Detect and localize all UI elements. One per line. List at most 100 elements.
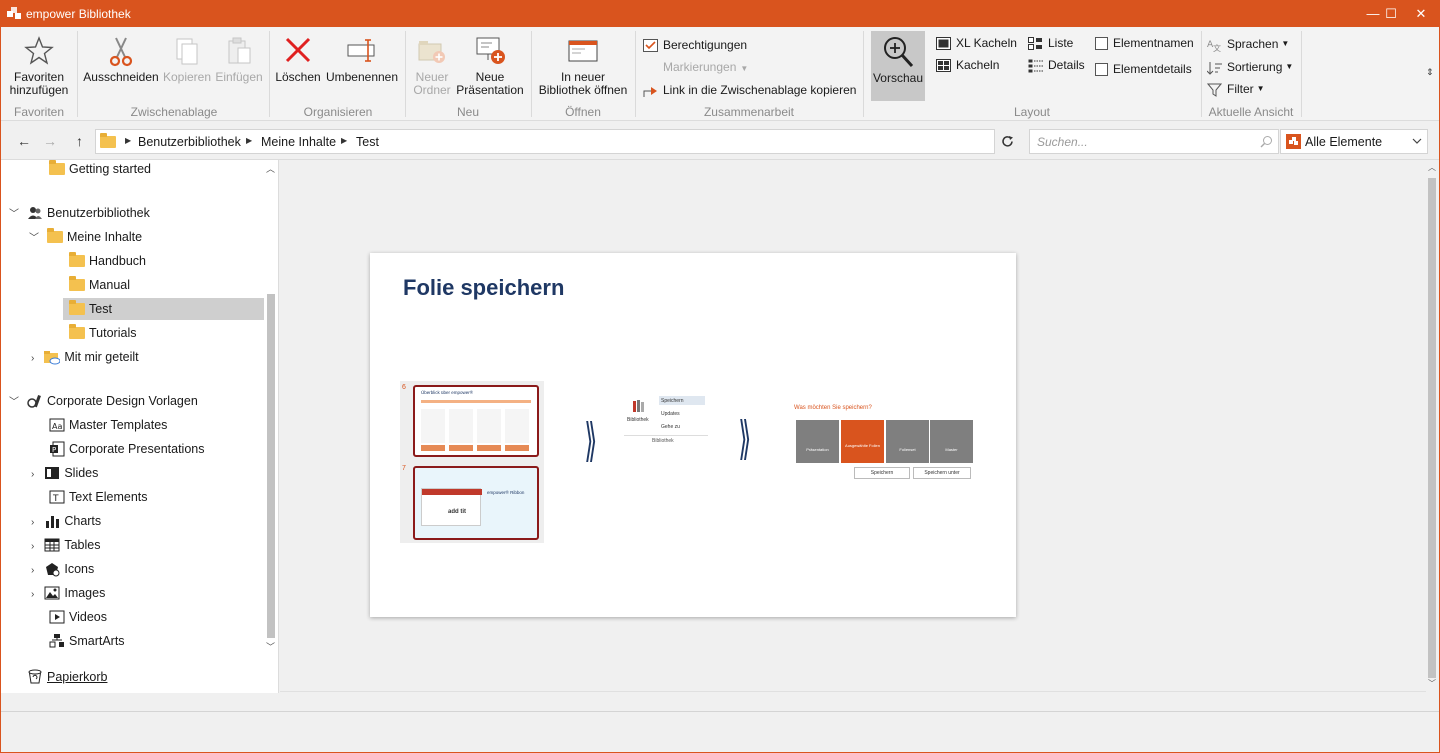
expand-chevron-icon[interactable]: › bbox=[31, 541, 34, 552]
expand-chevron-icon[interactable]: › bbox=[31, 517, 34, 528]
delete-button[interactable]: Löschen bbox=[275, 35, 321, 84]
new-folder-button[interactable]: Neuer Ordner bbox=[409, 35, 455, 97]
navigation-bar: ← → ↑ ▶ Benutzerbibliothek ▶ Meine Inhal… bbox=[1, 122, 1439, 160]
thumb-number: 7 bbox=[402, 465, 406, 472]
tree-item-corporate-presentations[interactable]: P Corporate Presentations bbox=[49, 438, 205, 460]
ribbon-collapse-icon[interactable]: ⇕ bbox=[1426, 67, 1434, 78]
add-favorite-button[interactable]: Favoriten hinzufügen bbox=[5, 35, 73, 97]
element-details-check[interactable] bbox=[1095, 63, 1108, 77]
tree-item-smartarts[interactable]: SmartArts bbox=[49, 630, 125, 652]
open-in-new-library-button[interactable]: In neuer Bibliothek öffnen bbox=[535, 35, 631, 97]
breadcrumb-item[interactable]: Test bbox=[356, 135, 379, 149]
expand-chevron-icon[interactable]: ﹀ bbox=[9, 209, 19, 220]
tiles-button[interactable]: Kacheln bbox=[936, 56, 999, 74]
dialog-save-button: Speichern bbox=[854, 467, 910, 479]
details-view-button[interactable]: Details bbox=[1028, 56, 1085, 74]
element-details-checkbox[interactable]: Elementdetails bbox=[1095, 60, 1192, 78]
tree-item-charts[interactable]: › Charts bbox=[31, 510, 101, 532]
menu-save-label: Speichern bbox=[661, 398, 684, 404]
expand-chevron-icon[interactable]: ﹀ bbox=[29, 233, 39, 244]
scroll-down-icon[interactable]: ﹀ bbox=[266, 640, 275, 653]
new-presentation-icon bbox=[476, 37, 505, 64]
scroll-up-icon[interactable]: ︿ bbox=[266, 162, 275, 175]
tree-item-master-templates[interactable]: Aa Master Templates bbox=[49, 414, 167, 436]
element-names-checkbox[interactable]: Elementnamen bbox=[1095, 34, 1194, 52]
preview-toggle-button[interactable]: Vorschau bbox=[871, 31, 925, 101]
tree-label: Tables bbox=[64, 538, 101, 552]
scroll-down-icon[interactable]: ﹀ bbox=[1428, 678, 1436, 689]
books-icon bbox=[633, 400, 644, 412]
sorting-dropdown[interactable]: Sortierung ▼ bbox=[1207, 58, 1293, 76]
tree-item-folder[interactable]: Manual bbox=[69, 274, 130, 296]
search-icon[interactable] bbox=[1260, 135, 1273, 148]
tree-item-folder[interactable]: Handbuch bbox=[69, 250, 146, 272]
scrollbar-thumb[interactable] bbox=[1428, 178, 1436, 678]
cut-button[interactable]: Ausschneiden bbox=[83, 35, 159, 84]
expand-chevron-icon[interactable]: › bbox=[31, 589, 34, 600]
tree-item-text-elements[interactable]: T Text Elements bbox=[49, 486, 148, 508]
tree-item-benutzerbibliothek[interactable]: ﹀ Benutzerbibliothek bbox=[9, 202, 150, 224]
expand-chevron-icon[interactable]: ﹀ bbox=[9, 397, 19, 408]
tree-item-images[interactable]: › Images bbox=[31, 582, 105, 604]
xl-tiles-button[interactable]: XL Kacheln bbox=[936, 34, 1017, 52]
cut-label: Ausschneiden bbox=[83, 70, 159, 84]
share-link-icon bbox=[643, 86, 657, 97]
tree-item-videos[interactable]: Videos bbox=[49, 606, 107, 628]
tree-item-slides[interactable]: › Slides bbox=[31, 462, 98, 484]
forward-arrow-icon[interactable]: → bbox=[43, 133, 57, 149]
tree-item-shared[interactable]: › Mit mir geteilt bbox=[31, 346, 139, 368]
markings-dropdown[interactable]: Markierungen ▼ bbox=[643, 58, 748, 76]
tree-item-getting-started[interactable]: Getting started bbox=[49, 158, 151, 180]
trash-link[interactable]: Papierkorb bbox=[27, 666, 107, 688]
element-names-check[interactable] bbox=[1095, 37, 1108, 51]
tree-item-folder[interactable]: Tutorials bbox=[69, 322, 136, 344]
paste-icon bbox=[228, 37, 251, 64]
language-icon: A文 bbox=[1207, 40, 1221, 52]
menu-divider bbox=[624, 435, 708, 436]
tree-label: Test bbox=[89, 302, 112, 316]
up-arrow-icon[interactable]: ↑ bbox=[76, 133, 83, 149]
window-icon bbox=[568, 40, 598, 62]
expand-chevron-icon[interactable]: › bbox=[31, 565, 34, 576]
scroll-up-icon[interactable]: ︿ bbox=[1428, 162, 1436, 173]
tree-label: Handbuch bbox=[89, 254, 146, 268]
tree-item-tables[interactable]: › Tables bbox=[31, 534, 100, 556]
permissions-button[interactable]: Berechtigungen bbox=[643, 36, 747, 54]
paste-button[interactable]: Einfügen bbox=[214, 35, 264, 84]
thumb-footer bbox=[421, 445, 531, 451]
new-presentation-button[interactable]: Neue Präsentation bbox=[456, 35, 524, 97]
rename-button[interactable]: Umbenennen bbox=[324, 35, 400, 84]
element-filter-select[interactable]: Alle Elemente bbox=[1280, 129, 1428, 154]
back-arrow-icon[interactable]: ← bbox=[17, 133, 31, 149]
breadcrumb-item[interactable]: Meine Inhalte bbox=[261, 135, 336, 149]
refresh-icon[interactable] bbox=[1001, 135, 1014, 148]
breadcrumb-item[interactable]: Benutzerbibliothek bbox=[138, 135, 241, 149]
design-tools-icon bbox=[27, 394, 41, 408]
close-button[interactable]: ✕ bbox=[1403, 1, 1439, 27]
sidebar-scrollbar[interactable] bbox=[267, 294, 275, 638]
address-bar[interactable]: ▶ Benutzerbibliothek ▶ Meine Inhalte ▶ T… bbox=[95, 129, 995, 154]
status-bar bbox=[1, 711, 1439, 752]
tree-item-meine-inhalte[interactable]: ﹀ Meine Inhalte bbox=[29, 226, 142, 248]
preview-scrollbar[interactable]: ︿ ﹀ bbox=[1426, 160, 1439, 693]
copy-link-button[interactable]: Link in die Zwischenablage kopieren bbox=[643, 81, 856, 99]
preview-label: Vorschau bbox=[872, 71, 924, 85]
tree-item-folder-selected[interactable]: Test bbox=[63, 298, 264, 320]
tree-label: Corporate Design Vorlagen bbox=[47, 394, 198, 408]
copy-button[interactable]: Kopieren bbox=[161, 35, 213, 84]
list-label: Liste bbox=[1048, 36, 1074, 50]
tree-item-icons[interactable]: › Icons bbox=[31, 558, 94, 580]
tree-item-corporate-design[interactable]: ﹀ Corporate Design Vorlagen bbox=[9, 390, 198, 412]
open-new-label-2: Bibliothek öffnen bbox=[538, 83, 628, 97]
expand-chevron-icon[interactable]: › bbox=[31, 353, 34, 364]
empower-logo-icon bbox=[1286, 134, 1301, 149]
dialog-option-tile: Folienset bbox=[886, 420, 929, 463]
search-input[interactable]: Suchen... bbox=[1029, 129, 1279, 154]
folder-icon bbox=[47, 227, 63, 243]
chevron-right-icon: ⟫ bbox=[738, 412, 752, 464]
languages-dropdown[interactable]: A 文 Sprachen ▼ bbox=[1207, 35, 1289, 53]
expand-chevron-icon[interactable]: › bbox=[31, 469, 34, 480]
filter-dropdown[interactable]: Filter ▼ bbox=[1207, 80, 1265, 98]
tree-label: Master Templates bbox=[69, 418, 168, 432]
list-view-button[interactable]: Liste bbox=[1028, 34, 1073, 52]
